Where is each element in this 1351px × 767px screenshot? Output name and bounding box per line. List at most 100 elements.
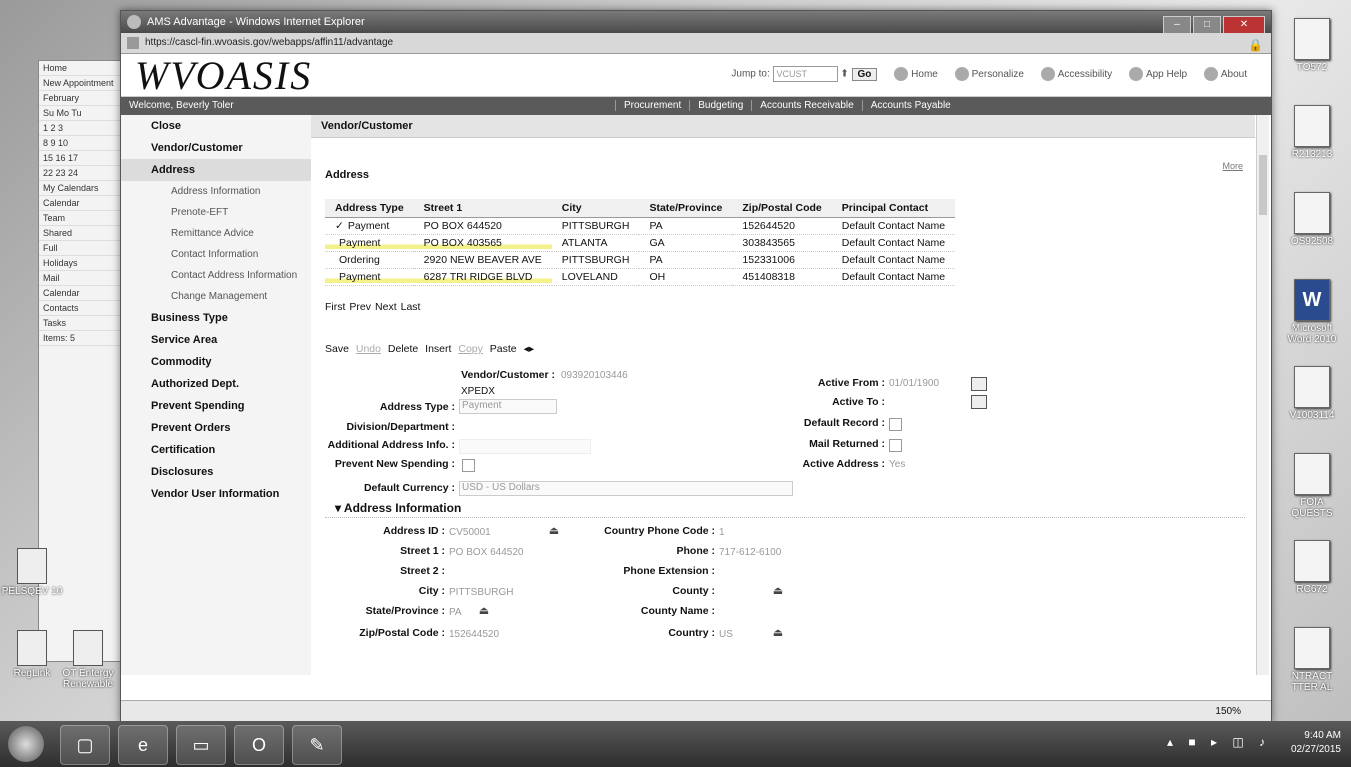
grid-cell[interactable]: 2920 NEW BEAVER AVE: [413, 251, 552, 269]
grid-cell[interactable]: Ordering: [325, 251, 414, 269]
taskbar-app-3[interactable]: ▭: [176, 725, 226, 765]
grid-cell[interactable]: PO BOX 403565: [413, 234, 552, 252]
personalize-link[interactable]: Personalize: [972, 69, 1024, 80]
nav-item-vendor-user-information[interactable]: Vendor User Information: [121, 483, 311, 505]
grid-cell[interactable]: 303843565: [732, 234, 832, 252]
grid-cell[interactable]: Default Contact Name: [831, 251, 956, 269]
nav-item-change-management[interactable]: Change Management: [121, 286, 311, 307]
default-currency-select[interactable]: USD - US Dollars: [459, 481, 793, 496]
taskbar-outlook-icon[interactable]: O: [234, 725, 284, 765]
nav-item-disclosures[interactable]: Disclosures: [121, 461, 311, 483]
pager-last[interactable]: Last: [401, 301, 421, 313]
grid-cell[interactable]: GA: [639, 234, 733, 252]
grid-cell[interactable]: Default Contact Name: [831, 268, 956, 286]
nav-item-contact-information[interactable]: Contact Information: [121, 244, 311, 265]
close-window-button[interactable]: ✕: [1223, 16, 1265, 34]
nav-item-address-information[interactable]: Address Information: [121, 181, 311, 202]
minimize-button[interactable]: –: [1163, 16, 1191, 34]
grid-cell[interactable]: Payment: [325, 268, 414, 286]
maximize-button[interactable]: □: [1193, 16, 1221, 34]
county-picker-icon[interactable]: ⏏: [771, 585, 785, 597]
menu-accounts-payable[interactable]: Accounts Payable: [861, 100, 959, 111]
clock[interactable]: 9:40 AM 02/27/2015: [1291, 729, 1341, 757]
desktop-icon[interactable]: TO572: [1279, 18, 1345, 73]
desktop-icon[interactable]: R213213: [1279, 105, 1345, 160]
vertical-scrollbar[interactable]: [1256, 115, 1269, 675]
desktop-icon[interactable]: OS92508: [1279, 192, 1345, 247]
nav-item-prevent-spending[interactable]: Prevent Spending: [121, 395, 311, 417]
nav-item-certification[interactable]: Certification: [121, 439, 311, 461]
start-button[interactable]: [8, 726, 44, 762]
table-row[interactable]: Payment PO BOX 403565 ATLANTA GA 303843565 De…: [325, 234, 956, 252]
menu-accounts-receivable[interactable]: Accounts Receivable: [751, 100, 862, 111]
about-link[interactable]: About: [1221, 69, 1247, 80]
scrollbar-thumb[interactable]: [1259, 155, 1267, 215]
grid-cell[interactable]: 6287 TRI RIDGE BLVD: [413, 268, 552, 286]
navigate-arrows-icon[interactable]: ◂▸: [524, 343, 535, 355]
grid-cell[interactable]: ✓ Payment: [325, 217, 414, 235]
address-type-select[interactable]: Payment: [459, 399, 557, 414]
col-principal-contact[interactable]: Principal Contact: [831, 199, 956, 218]
state-picker-icon[interactable]: ⏏: [477, 605, 491, 617]
address-id-picker-icon[interactable]: ⏏: [547, 525, 561, 537]
grid-cell[interactable]: 152331006: [732, 251, 832, 269]
grid-cell[interactable]: Default Contact Name: [831, 217, 956, 235]
zoom-level[interactable]: 150%: [1215, 706, 1241, 717]
grid-cell[interactable]: PITTSBURGH: [551, 217, 640, 235]
pager-prev[interactable]: Prev: [349, 301, 371, 313]
undo-button[interactable]: Undo: [356, 343, 381, 355]
col-city[interactable]: City: [551, 199, 640, 218]
grid-cell[interactable]: 451408318: [732, 268, 832, 286]
home-link[interactable]: Home: [911, 69, 938, 80]
table-row[interactable]: ✓ Payment PO BOX 644520 PITTSBURGH PA 1526445…: [325, 217, 956, 235]
col-state[interactable]: State/Province: [639, 199, 733, 218]
nav-item-service-area[interactable]: Service Area: [121, 329, 311, 351]
grid-cell[interactable]: 152644520: [732, 217, 832, 235]
nav-item-commodity[interactable]: Commodity: [121, 351, 311, 373]
desktop-icon[interactable]: PELSQEV 10: [0, 548, 64, 597]
nav-item-contact-address-information[interactable]: Contact Address Information: [121, 265, 311, 286]
grid-cell[interactable]: Default Contact Name: [831, 234, 956, 252]
grid-cell[interactable]: ATLANTA: [551, 234, 640, 252]
taskbar-app-1[interactable]: ▢: [60, 725, 110, 765]
desktop-icon[interactable]: W Microsoft Word 2010: [1279, 279, 1345, 345]
taskbar-ie-icon[interactable]: e: [118, 725, 168, 765]
grid-cell[interactable]: OH: [639, 268, 733, 286]
additional-info-input[interactable]: [459, 439, 591, 454]
save-button[interactable]: Save: [325, 343, 349, 355]
menu-budgeting[interactable]: Budgeting: [689, 100, 752, 111]
accessibility-link[interactable]: Accessibility: [1058, 69, 1112, 80]
grid-cell[interactable]: PA: [639, 251, 733, 269]
table-row[interactable]: Payment 6287 TRI RIDGE BLVD LOVELAND OH 4514…: [325, 268, 956, 286]
grid-cell[interactable]: LOVELAND: [551, 268, 640, 286]
desktop-icon[interactable]: OT Entergy Renewable: [56, 630, 120, 690]
insert-button[interactable]: Insert: [425, 343, 451, 355]
grid-cell[interactable]: PITTSBURGH: [551, 251, 640, 269]
system-tray-icons[interactable]: ▴ ■ ▸ ◫ ♪: [1167, 735, 1271, 749]
nav-item-prenote-eft[interactable]: Prenote-EFT: [121, 202, 311, 223]
col-zip[interactable]: Zip/Postal Code: [732, 199, 832, 218]
jump-input[interactable]: VCUST: [772, 66, 838, 82]
nav-item-business-type[interactable]: Business Type: [121, 307, 311, 329]
nav-item-authorized-dept[interactable]: Authorized Dept.: [121, 373, 311, 395]
desktop-icon[interactable]: NTRACT TTER AL: [1279, 627, 1345, 693]
address-info-toggle[interactable]: ▾ Address Information: [335, 501, 461, 515]
desktop-icon[interactable]: RegLink: [0, 630, 64, 679]
desktop-icon[interactable]: RC672: [1279, 540, 1345, 595]
col-street-1[interactable]: Street 1: [413, 199, 552, 218]
delete-button[interactable]: Delete: [388, 343, 418, 355]
col-address-type[interactable]: Address Type: [325, 199, 414, 218]
pager-first[interactable]: First: [325, 301, 345, 313]
desktop-icon[interactable]: FOIA QUESTS: [1279, 453, 1345, 519]
grid-cell[interactable]: PO BOX 644520: [413, 217, 552, 235]
nav-item-address[interactable]: Address: [121, 159, 311, 181]
go-button[interactable]: Go: [851, 67, 878, 81]
nav-item-close[interactable]: Close: [121, 115, 311, 137]
prevent-new-spending-checkbox[interactable]: [462, 459, 475, 472]
country-picker-icon[interactable]: ⏏: [771, 627, 785, 639]
pager-next[interactable]: Next: [375, 301, 397, 313]
grid-cell[interactable]: Payment: [325, 234, 414, 252]
nav-item-prevent-orders[interactable]: Prevent Orders: [121, 417, 311, 439]
default-record-checkbox[interactable]: [889, 418, 902, 431]
active-from-calendar-icon[interactable]: [971, 377, 987, 391]
